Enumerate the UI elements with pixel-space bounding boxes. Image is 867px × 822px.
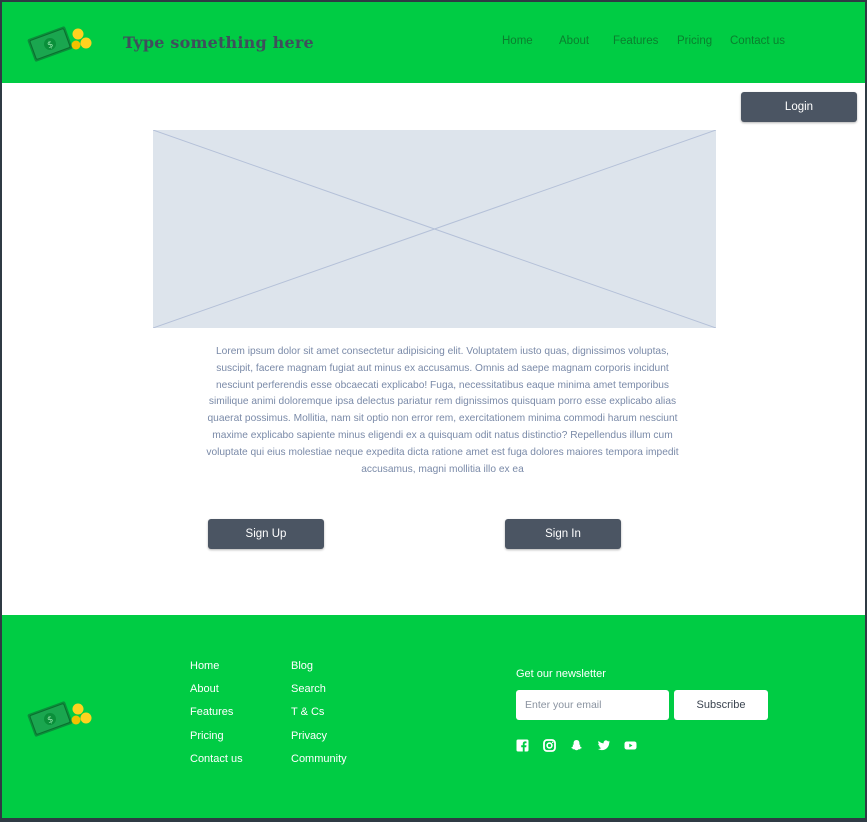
- instagram-icon[interactable]: [543, 739, 557, 753]
- youtube-icon[interactable]: [624, 739, 638, 753]
- sign-up-button[interactable]: Sign Up: [208, 519, 324, 549]
- page: $ Type something here Home About Feature…: [2, 2, 865, 818]
- twitter-icon[interactable]: [597, 739, 611, 753]
- nav-features[interactable]: Features: [613, 35, 658, 47]
- footer-links-col-2: Blog Search T & Cs Privacy Community: [291, 659, 347, 775]
- footer-link-pricing[interactable]: Pricing: [190, 729, 243, 752]
- footer-link-about[interactable]: About: [190, 682, 243, 705]
- money-logo-icon[interactable]: $: [26, 695, 94, 739]
- image-placeholder: [153, 130, 716, 328]
- sign-in-button[interactable]: Sign In: [505, 519, 621, 549]
- site-footer: $ Home About Features Pricing Contact us…: [2, 615, 865, 818]
- site-title: Type something here: [123, 33, 314, 52]
- footer-link-home[interactable]: Home: [190, 659, 243, 682]
- newsletter-label: Get our newsletter: [516, 668, 606, 680]
- placeholder-cross-icon: [153, 130, 716, 328]
- snapchat-icon[interactable]: [570, 739, 584, 753]
- footer-link-contact-us[interactable]: Contact us: [190, 752, 243, 775]
- nav-pricing[interactable]: Pricing: [677, 35, 712, 47]
- footer-link-tcs[interactable]: T & Cs: [291, 705, 347, 728]
- footer-link-search[interactable]: Search: [291, 682, 347, 705]
- footer-links-col-1: Home About Features Pricing Contact us: [190, 659, 243, 775]
- nav-about[interactable]: About: [559, 35, 589, 47]
- footer-link-community[interactable]: Community: [291, 752, 347, 775]
- nav-home[interactable]: Home: [502, 35, 533, 47]
- site-header: $ Type something here Home About Feature…: [2, 2, 865, 83]
- money-logo-icon[interactable]: $: [26, 20, 94, 64]
- footer-link-privacy[interactable]: Privacy: [291, 729, 347, 752]
- body-paragraph: Lorem ipsum dolor sit amet consectetur a…: [206, 346, 679, 475]
- footer-link-features[interactable]: Features: [190, 705, 243, 728]
- footer-link-blog[interactable]: Blog: [291, 659, 347, 682]
- email-field[interactable]: [516, 690, 669, 720]
- subscribe-button[interactable]: Subscribe: [674, 690, 768, 720]
- nav-contact-us[interactable]: Contact us: [730, 35, 785, 47]
- login-button[interactable]: Login: [741, 92, 857, 122]
- facebook-icon[interactable]: [516, 739, 530, 753]
